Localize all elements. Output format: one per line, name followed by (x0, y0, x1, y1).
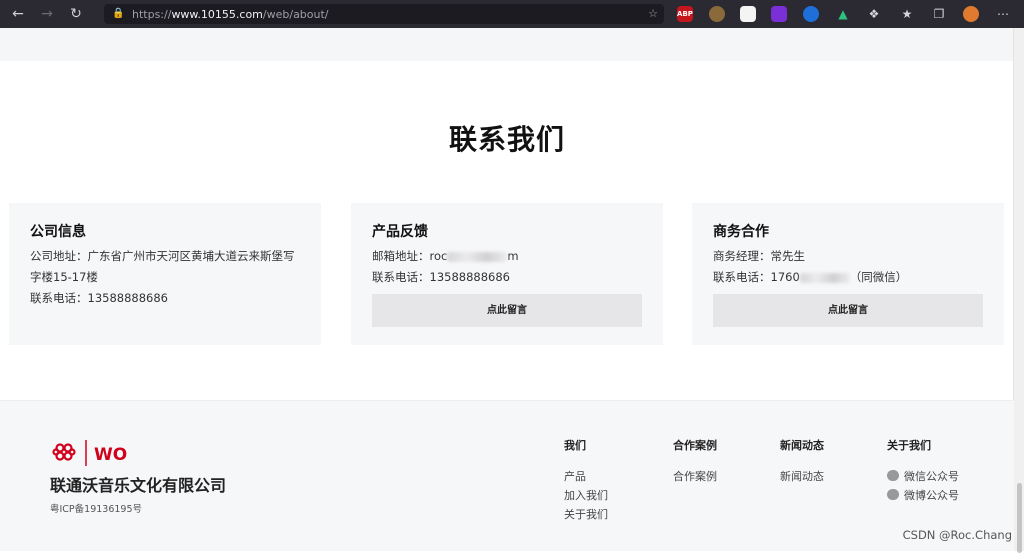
weibo-icon (887, 489, 899, 500)
leave-message-button[interactable]: 点此留言 (713, 294, 983, 327)
lemon-extension-icon[interactable] (740, 6, 756, 22)
footer-heading: 关于我们 (887, 439, 931, 452)
triangle-extension-icon[interactable]: ▲ (835, 6, 851, 22)
card-title: 商务合作 (713, 224, 769, 240)
company-address: 公司地址：广东省广州市天河区黄埔大道云来斯堡写字楼15-17楼 (30, 249, 295, 284)
footer-link-about[interactable]: 关于我们 (564, 505, 608, 524)
forward-icon[interactable]: → (36, 3, 58, 25)
top-section-bottom (0, 28, 1014, 61)
reload-icon[interactable]: ↻ (65, 3, 87, 25)
footer-column-news: 新闻动态 新闻动态 (780, 437, 824, 486)
purple-extension-icon[interactable] (771, 6, 787, 22)
footer-link-products[interactable]: 产品 (564, 467, 608, 486)
footer-link-cases[interactable]: 合作案例 (673, 467, 717, 486)
svg-text:WO: WO (94, 445, 127, 465)
extensions-puzzle-icon[interactable]: ❖ (866, 6, 882, 22)
collections-icon[interactable]: ❐ (931, 6, 947, 22)
business-card: 商务合作 商务经理：常先生 联系电话：1760 （同微信） 点此留言 (692, 203, 1004, 345)
feedback-card: 产品反馈 邮箱地址：roc m 联系电话：13588888686 点此留言 (351, 203, 663, 345)
feedback-email: 邮箱地址：roc m (372, 249, 519, 263)
csdn-watermark: CSDN @Roc.Chang (902, 528, 1012, 542)
footer-column-cases: 合作案例 合作案例 (673, 437, 717, 486)
footer-link-weibo[interactable]: 微博公众号 (887, 486, 959, 505)
footer-heading: 合作案例 (673, 439, 717, 452)
circle-extension-icon[interactable] (803, 6, 819, 22)
add-favorite-icon[interactable]: ☆ (648, 7, 658, 20)
footer-column-about-us: 我们 产品 加入我们 关于我们 (564, 437, 608, 524)
back-icon[interactable]: ← (7, 3, 29, 25)
scrollbar-thumb[interactable] (1017, 483, 1022, 553)
monkey-extension-icon[interactable] (709, 6, 725, 22)
favorites-icon[interactable]: ★ (899, 6, 915, 22)
business-manager: 商务经理：常先生 (713, 249, 805, 263)
wechat-icon (887, 470, 899, 481)
lock-icon: 🔒 (112, 8, 125, 19)
feedback-phone: 联系电话：13588888686 (372, 270, 510, 284)
business-phone: 联系电话：1760 （同微信） (713, 270, 908, 284)
url-text: https://www.10155.com/web/about/ (132, 7, 329, 21)
page-scrollbar[interactable] (1013, 28, 1024, 553)
address-bar[interactable]: 🔒 https://www.10155.com/web/about/ ☆ (104, 4, 664, 24)
card-title: 产品反馈 (372, 224, 428, 240)
menu-icon[interactable]: ⋯ (995, 6, 1011, 22)
footer-column-follow: 关于我们 微信公众号 微博公众号 (887, 437, 959, 505)
redacted-blur (799, 272, 850, 283)
footer-heading: 我们 (564, 439, 586, 452)
card-title: 公司信息 (30, 224, 86, 240)
icp-license[interactable]: 粤ICP备19136195号 (50, 501, 142, 515)
profile-avatar[interactable] (963, 6, 979, 22)
footer-link-wechat[interactable]: 微信公众号 (887, 467, 959, 486)
leave-message-button[interactable]: 点此留言 (372, 294, 642, 327)
footer-link-news[interactable]: 新闻动态 (780, 467, 824, 486)
adblock-extension-icon[interactable]: ABP (677, 6, 693, 22)
browser-toolbar: ← → ↻ 🔒 https://www.10155.com/web/about/… (0, 0, 1024, 28)
redacted-blur (447, 251, 508, 262)
footer-heading: 新闻动态 (780, 439, 824, 452)
china-unicom-logo[interactable]: WO (50, 438, 140, 468)
footer-link-join[interactable]: 加入我们 (564, 486, 608, 505)
company-info-card: 公司信息 公司地址：广东省广州市天河区黄埔大道云来斯堡写字楼15-17楼 联系电… (9, 203, 321, 345)
page-title: 联系我们 (448, 123, 565, 156)
company-name: 联通沃音乐文化有限公司 (50, 476, 227, 495)
company-phone: 联系电话：13588888686 (30, 291, 168, 305)
